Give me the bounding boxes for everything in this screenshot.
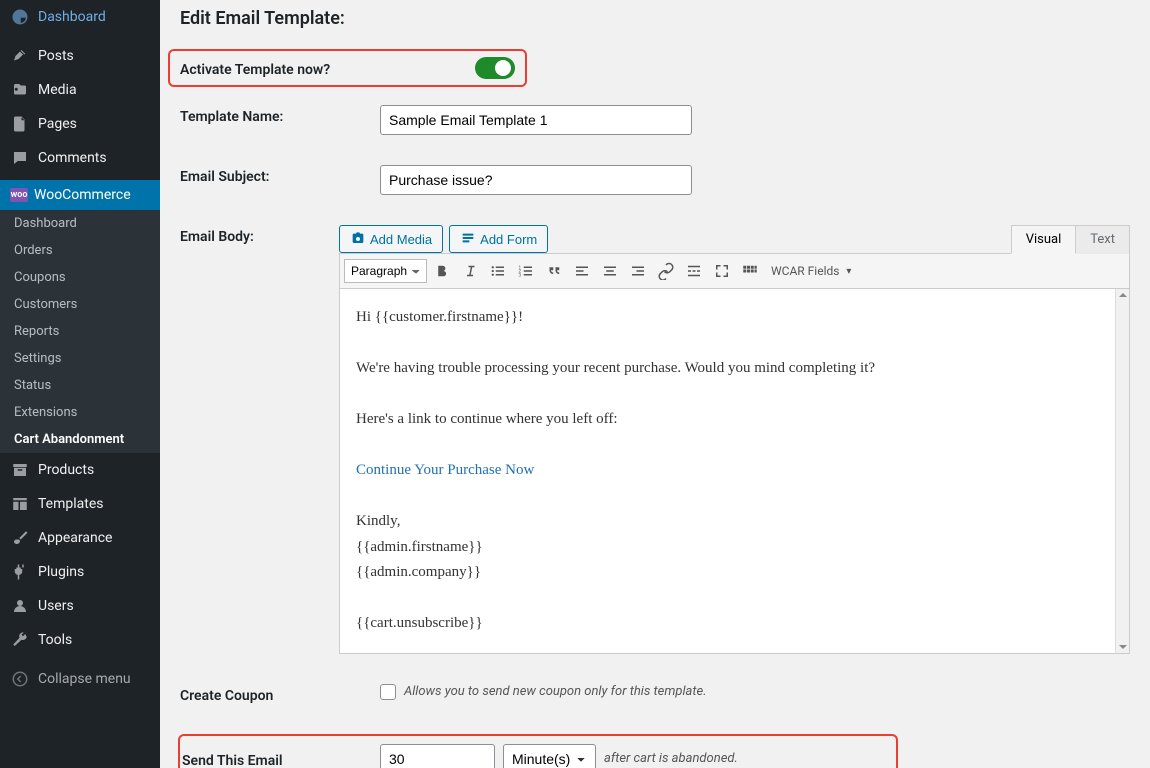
templates-icon	[10, 494, 30, 514]
email-body-editor[interactable]: Hi {{customer.firstname}}!We're having t…	[339, 289, 1130, 654]
sidebar-item-label: Comments	[38, 150, 107, 166]
align-right-button[interactable]	[625, 258, 651, 284]
svg-text:3: 3	[519, 272, 522, 278]
page-title: Edit Email Template:	[180, 0, 1130, 49]
activate-label: Activate Template now?	[180, 58, 385, 78]
tab-visual[interactable]: Visual	[1011, 225, 1077, 254]
tab-text[interactable]: Text	[1076, 225, 1130, 254]
subnav-settings[interactable]: Settings	[0, 345, 160, 372]
sidebar-item-label: WooCommerce	[34, 187, 131, 203]
editor-scrollbar[interactable]	[1115, 289, 1129, 653]
align-center-button[interactable]	[597, 258, 623, 284]
template-name-label: Template Name:	[180, 105, 380, 125]
dashboard-icon	[10, 7, 30, 27]
sidebar-item-label: Users	[38, 598, 74, 614]
add-media-label: Add Media	[370, 232, 432, 247]
sidebar-item-templates[interactable]: Templates	[0, 487, 160, 521]
subnav-extensions[interactable]: Extensions	[0, 399, 160, 426]
subnav-customers[interactable]: Customers	[0, 291, 160, 318]
sidebar-item-dashboard[interactable]: Dashboard	[0, 0, 160, 34]
sidebar-item-label: Plugins	[38, 564, 84, 580]
email-subject-label: Email Subject:	[180, 165, 380, 185]
sidebar-item-label: Dashboard	[38, 9, 106, 25]
woocommerce-icon: woo	[10, 188, 28, 202]
sidebar-item-label: Templates	[38, 496, 104, 512]
sidebar-submenu: Dashboard Orders Coupons Customers Repor…	[0, 210, 160, 453]
subnav-status[interactable]: Status	[0, 372, 160, 399]
media-icon	[10, 80, 30, 100]
sidebar-item-appearance[interactable]: Appearance	[0, 521, 160, 555]
sidebar-item-pages[interactable]: Pages	[0, 107, 160, 141]
email-subject-input[interactable]	[380, 165, 692, 195]
subnav-cart-abandonment[interactable]: Cart Abandonment	[0, 426, 160, 453]
paragraph-select[interactable]: Paragraph	[344, 259, 427, 283]
fullscreen-button[interactable]	[709, 258, 735, 284]
send-email-label: Send This Email	[180, 749, 380, 768]
number-list-button[interactable]: 123	[513, 258, 539, 284]
sidebar-item-comments[interactable]: Comments	[0, 141, 160, 175]
activate-toggle[interactable]	[475, 57, 515, 79]
sidebar-item-products[interactable]: Products	[0, 453, 160, 487]
subnav-dashboard[interactable]: Dashboard	[0, 210, 160, 237]
main-content: Edit Email Template: Activate Template n…	[160, 0, 1150, 768]
template-name-input[interactable]	[380, 105, 692, 135]
send-after-text: after cart is abandoned.	[604, 751, 738, 766]
sidebar-item-label: Pages	[38, 116, 77, 132]
archive-icon	[10, 460, 30, 480]
add-form-label: Add Form	[480, 232, 537, 247]
camera-icon	[350, 231, 366, 247]
pin-icon	[10, 46, 30, 66]
admin-sidebar: Dashboard Posts Media Pages Comments woo…	[0, 0, 160, 768]
create-coupon-checkbox[interactable]	[380, 684, 396, 700]
italic-button[interactable]	[457, 258, 483, 284]
collapse-icon	[10, 669, 30, 689]
create-coupon-help: Allows you to send new coupon only for t…	[404, 684, 707, 699]
sidebar-item-label: Tools	[38, 632, 72, 648]
add-form-button[interactable]: Add Form	[449, 225, 548, 253]
create-coupon-label: Create Coupon	[180, 684, 380, 704]
sidebar-item-tools[interactable]: Tools	[0, 623, 160, 657]
page-icon	[10, 114, 30, 134]
comment-icon	[10, 148, 30, 168]
wrench-icon	[10, 630, 30, 650]
subnav-coupons[interactable]: Coupons	[0, 264, 160, 291]
align-left-button[interactable]	[569, 258, 595, 284]
user-icon	[10, 596, 30, 616]
form-icon	[460, 231, 476, 247]
sidebar-item-posts[interactable]: Posts	[0, 39, 160, 73]
sidebar-item-plugins[interactable]: Plugins	[0, 555, 160, 589]
bullet-list-button[interactable]	[485, 258, 511, 284]
sidebar-item-label: Appearance	[38, 530, 112, 546]
send-unit-select[interactable]: Minute(s)	[503, 744, 596, 768]
sidebar-item-collapse[interactable]: Collapse menu	[0, 662, 160, 696]
add-media-button[interactable]: Add Media	[339, 225, 443, 253]
email-body-label: Email Body:	[180, 225, 339, 245]
sidebar-item-media[interactable]: Media	[0, 73, 160, 107]
sidebar-item-label: Products	[38, 462, 94, 478]
wcar-fields-dropdown[interactable]: WCAR Fields	[765, 258, 855, 284]
blockquote-button[interactable]	[541, 258, 567, 284]
send-email-highlight: Send This Email Minute(s) after cart is …	[178, 734, 898, 768]
plug-icon	[10, 562, 30, 582]
subnav-reports[interactable]: Reports	[0, 318, 160, 345]
subnav-orders[interactable]: Orders	[0, 237, 160, 264]
sidebar-item-label: Posts	[38, 48, 74, 64]
send-delay-input[interactable]	[380, 744, 495, 768]
sidebar-item-users[interactable]: Users	[0, 589, 160, 623]
activate-highlight: Activate Template now?	[168, 49, 527, 87]
link-button[interactable]	[653, 258, 679, 284]
toolbar-toggle-button[interactable]	[737, 258, 763, 284]
brush-icon	[10, 528, 30, 548]
readmore-button[interactable]	[681, 258, 707, 284]
bold-button[interactable]	[429, 258, 455, 284]
editor-toolbar: Paragraph 123 WCAR Fields	[339, 253, 1130, 289]
sidebar-item-woocommerce[interactable]: woo WooCommerce	[0, 180, 160, 210]
sidebar-item-label: Media	[38, 82, 77, 98]
sidebar-item-label: Collapse menu	[38, 671, 131, 687]
